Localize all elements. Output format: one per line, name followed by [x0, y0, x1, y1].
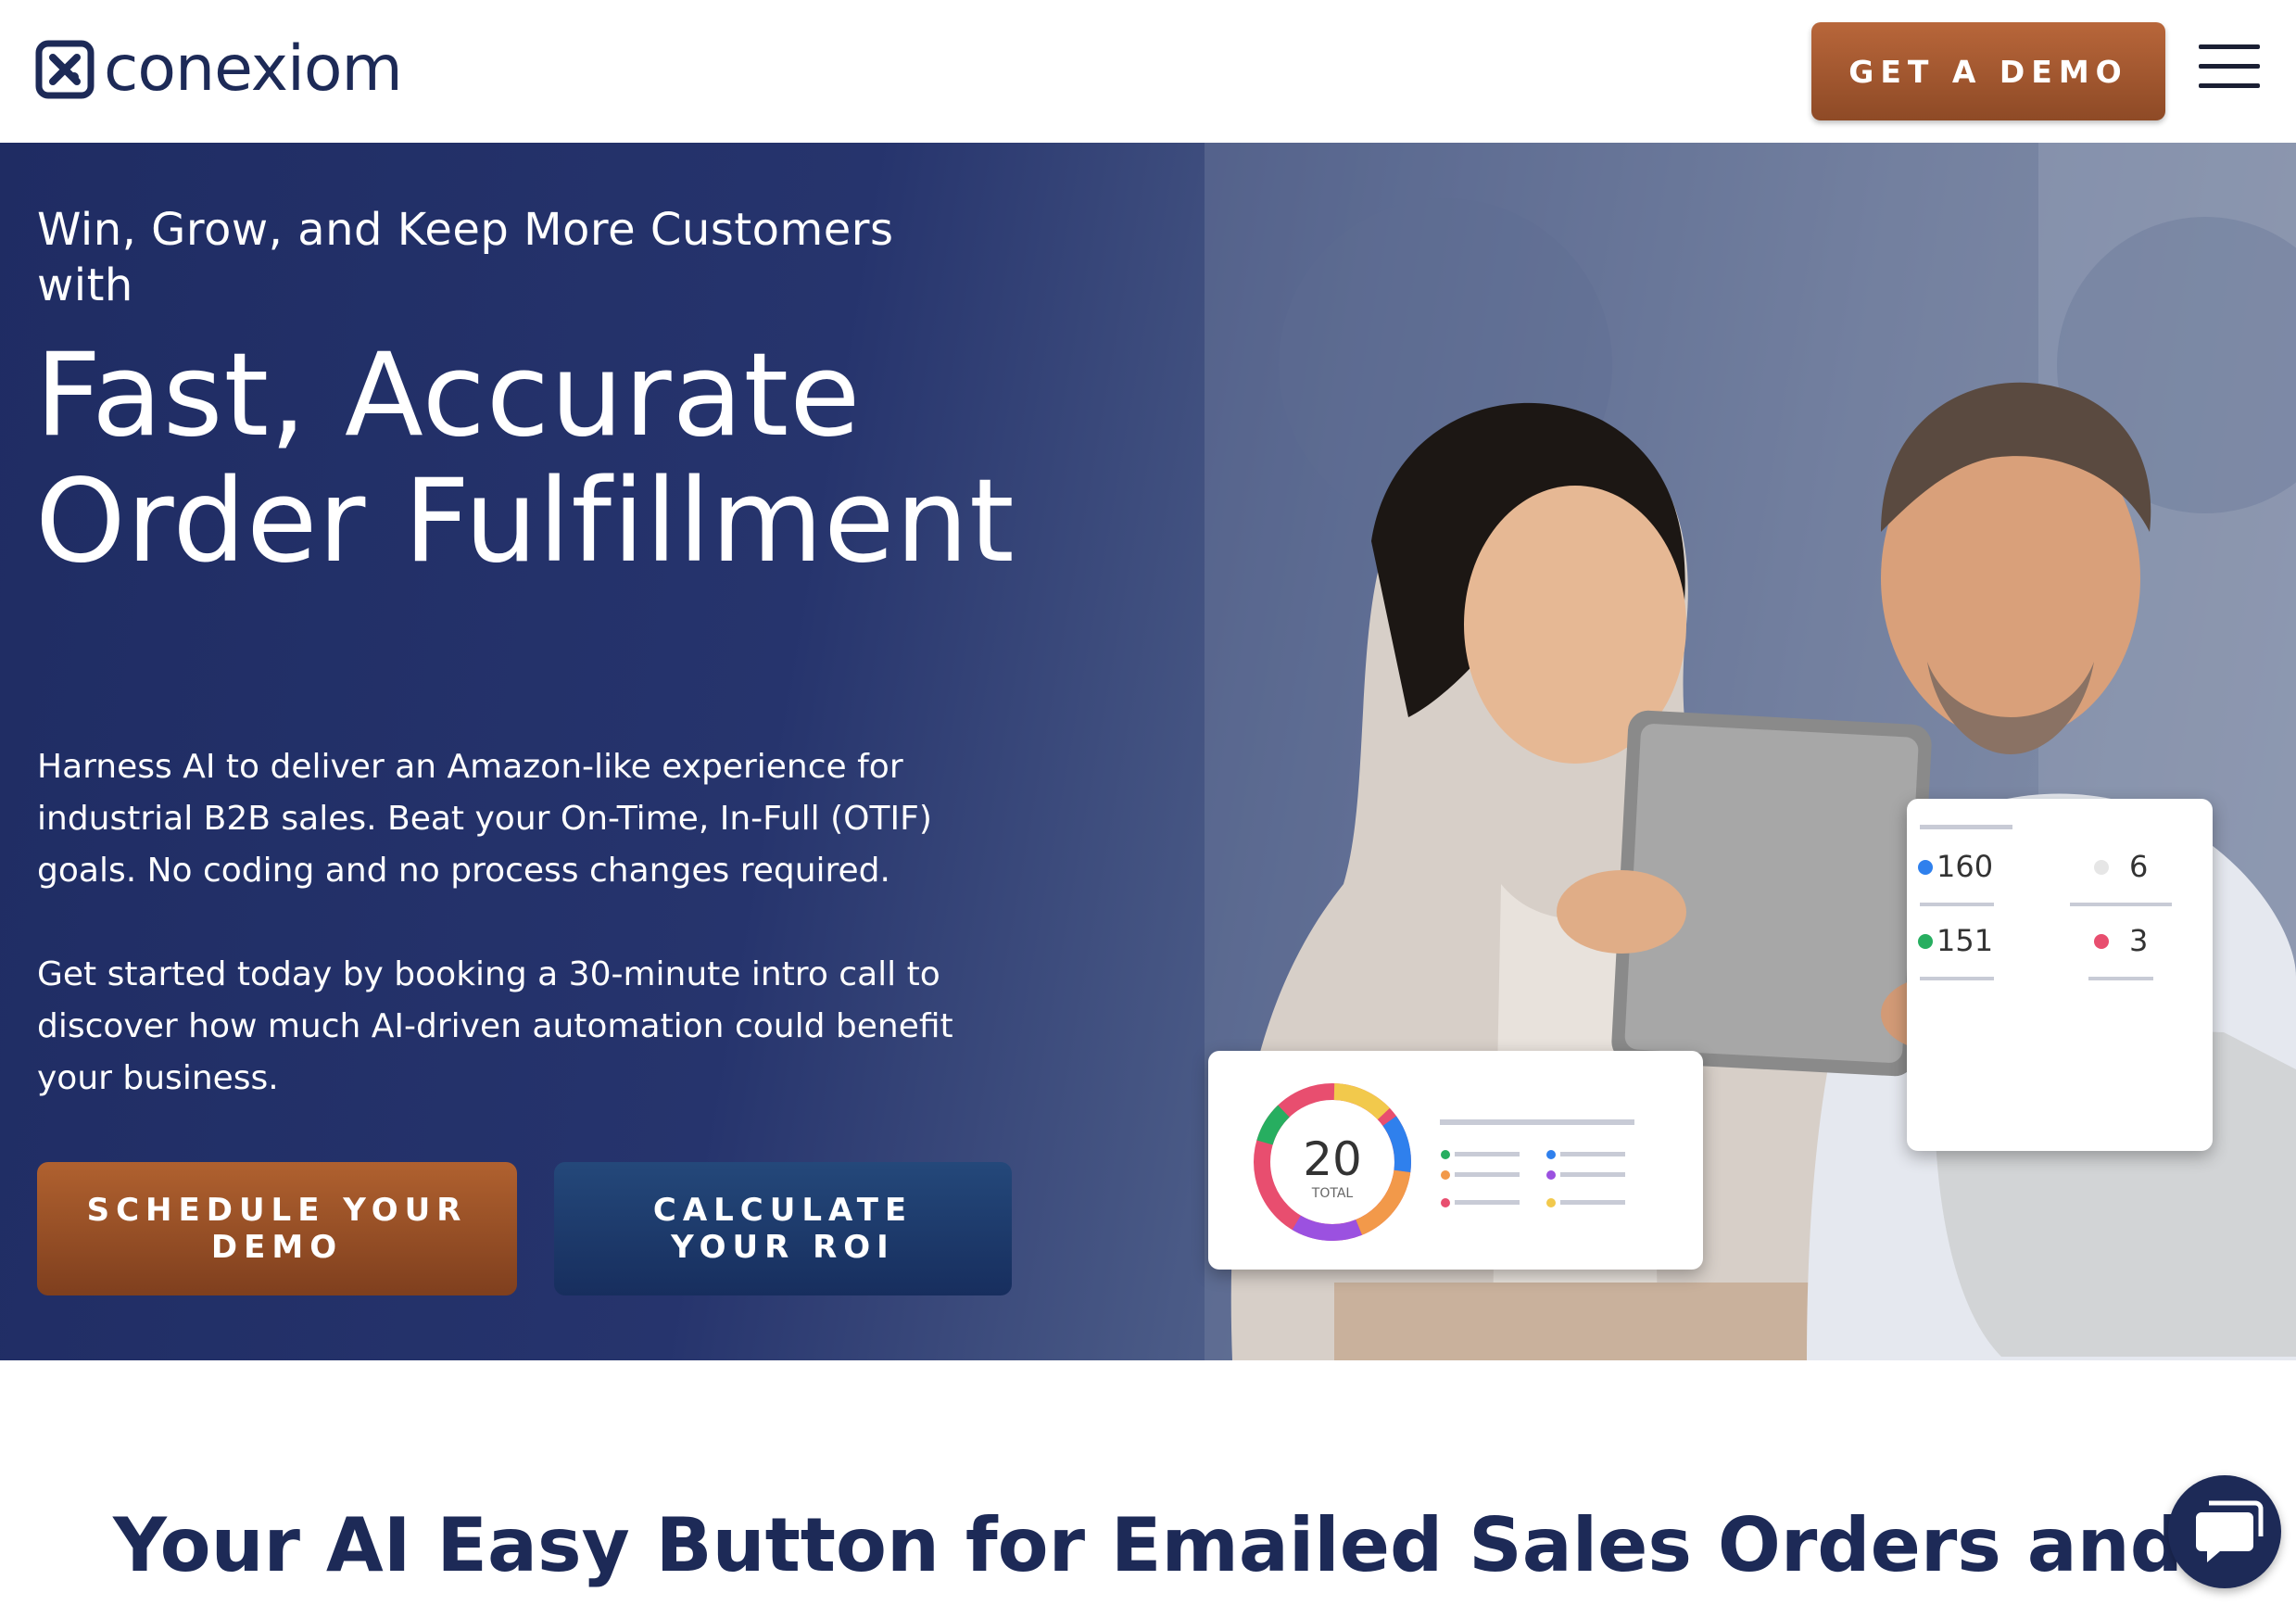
get-a-demo-button[interactable]: GET A DEMO	[1811, 22, 2165, 120]
logo-wordmark: conexiom	[104, 32, 403, 106]
dashboard-donut-card: 20 TOTAL	[1208, 1051, 1703, 1270]
logo-mark-icon	[35, 40, 95, 99]
hero-kicker: Win, Grow, and Keep More Customers with	[37, 204, 894, 311]
stat-processing: 6	[2129, 849, 2149, 884]
schedule-demo-button[interactable]: SCHEDULE YOUR DEMO	[37, 1162, 517, 1295]
stat-alerts: 3	[2129, 923, 2149, 958]
hero-paragraph-1: Harness AI to deliver an Amazon-like exp…	[37, 748, 932, 890]
site-header: conexiom GET A DEMO	[0, 0, 2296, 143]
hero-body: Harness AI to deliver an Amazon-like exp…	[37, 741, 1001, 1156]
hamburger-menu-icon[interactable]	[2199, 44, 2260, 93]
section-heading: Your AI Easy Button for Emailed Sales Or…	[113, 1502, 2183, 1588]
donut-total: 20	[1303, 1132, 1362, 1186]
chat-bubble-icon[interactable]	[2168, 1475, 2281, 1588]
stat-complete: 151	[1936, 923, 1994, 958]
donut-total-label: TOTAL	[1311, 1186, 1354, 1201]
conexiom-logo[interactable]: conexiom	[35, 32, 403, 106]
calculate-roi-button[interactable]: CALCULATE YOUR ROI	[554, 1162, 1012, 1295]
donut-legend-graphic	[1440, 1119, 1634, 1207]
chat-glyph	[2196, 1500, 2264, 1562]
dashboard-stats-card: 160 6 151 3	[1907, 799, 2213, 1151]
hero-section: Win, Grow, and Keep More Customers with …	[0, 143, 2296, 1360]
hero-paragraph-2: Get started today by booking a 30-minute…	[37, 955, 953, 1097]
hero-title: Fast, Accurate Order Fulfillment	[35, 329, 1016, 588]
stat-received: 160	[1936, 849, 1994, 884]
